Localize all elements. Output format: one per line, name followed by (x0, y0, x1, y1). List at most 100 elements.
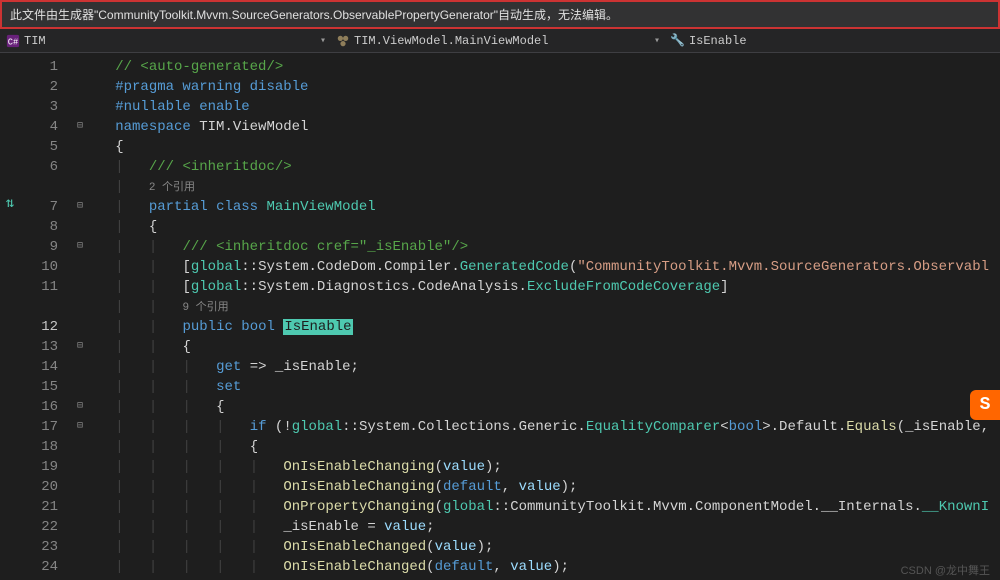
line-number[interactable]: 24 (20, 557, 58, 577)
code-line[interactable]: | | | | | OnPropertyChanging(global::Com… (90, 497, 1000, 517)
class-icon (336, 34, 350, 48)
code-area[interactable]: // <auto-generated/> #pragma warning dis… (90, 53, 1000, 573)
chevron-down-icon[interactable]: ▾ (654, 35, 660, 47)
line-number[interactable]: 20 (20, 477, 58, 497)
code-line[interactable]: | | 9 个引用 (90, 297, 1000, 317)
code-line[interactable]: | | [global::System.Diagnostics.CodeAnal… (90, 277, 1000, 297)
line-number[interactable]: 9 (20, 237, 58, 257)
fold-toggle[interactable]: ⊟ (70, 237, 90, 257)
code-line[interactable]: #nullable enable (90, 97, 1000, 117)
line-number[interactable]: 23 (20, 537, 58, 557)
line-number[interactable]: 19 (20, 457, 58, 477)
line-number[interactable]: 10 (20, 257, 58, 277)
fold-toggle (70, 357, 90, 377)
fold-toggle (70, 137, 90, 157)
fold-toggle (70, 557, 90, 577)
wrench-icon: 🔧 (670, 33, 685, 48)
svg-text:C#: C# (8, 37, 19, 47)
code-line[interactable]: | | | | | OnIsEnableChanged(default, val… (90, 557, 1000, 573)
fold-toggle (70, 437, 90, 457)
line-number[interactable]: 22 (20, 517, 58, 537)
code-line[interactable]: | | | | | _isEnable = value; (90, 517, 1000, 537)
fold-toggle (70, 277, 90, 297)
line-number[interactable]: 3 (20, 97, 58, 117)
fold-toggle (70, 177, 90, 197)
fold-toggle (70, 257, 90, 277)
fold-toggle (70, 317, 90, 337)
code-line[interactable]: | /// <inheritdoc/> (90, 157, 1000, 177)
breadcrumb-member[interactable]: 🔧 IsEnable (670, 33, 747, 48)
code-line[interactable]: | | public bool IsEnable (90, 317, 1000, 337)
chevron-down-icon[interactable]: ▾ (320, 35, 326, 47)
line-number[interactable]: 14 (20, 357, 58, 377)
fold-toggle[interactable]: ⊟ (70, 337, 90, 357)
code-line[interactable]: | | | | | OnIsEnableChanged(value); (90, 537, 1000, 557)
code-line[interactable]: | | | get => _isEnable; (90, 357, 1000, 377)
code-line[interactable]: | | | | | OnIsEnableChanging(value); (90, 457, 1000, 477)
overlay-widget: S (970, 390, 1000, 420)
fold-toggle[interactable]: ⊟ (70, 197, 90, 217)
line-number[interactable]: 21 (20, 497, 58, 517)
glyph-margin: ⇅ (0, 53, 20, 573)
fold-toggle (70, 157, 90, 177)
fold-column[interactable]: ⊟⊟⊟⊟⊟⊟ (70, 53, 90, 573)
fold-toggle (70, 97, 90, 117)
line-number[interactable]: 5 (20, 137, 58, 157)
code-line[interactable]: | partial class MainViewModel (90, 197, 1000, 217)
line-number[interactable]: 13 (20, 337, 58, 357)
code-line[interactable]: | 2 个引用 (90, 177, 1000, 197)
fold-toggle[interactable]: ⊟ (70, 397, 90, 417)
fold-toggle (70, 497, 90, 517)
fold-toggle (70, 57, 90, 77)
line-number[interactable] (20, 297, 58, 317)
fold-toggle (70, 457, 90, 477)
line-number[interactable]: 16 (20, 397, 58, 417)
fold-toggle (70, 517, 90, 537)
breadcrumb-project-label: TIM (24, 34, 46, 48)
watermark: CSDN @龙中舞王 (901, 562, 990, 578)
code-line[interactable]: { (90, 137, 1000, 157)
code-line[interactable]: | | | | if (!global::System.Collections.… (90, 417, 1000, 437)
references-glyph-icon[interactable]: ⇅ (0, 193, 20, 214)
line-number[interactable]: 4 (20, 117, 58, 137)
fold-toggle (70, 537, 90, 557)
breadcrumb-member-label: IsEnable (689, 34, 747, 48)
line-number[interactable]: 8 (20, 217, 58, 237)
code-line[interactable]: | | { (90, 337, 1000, 357)
code-editor: ⇅ 12345678910111213141516171819202122232… (0, 53, 1000, 573)
info-message: 此文件由生成器"CommunityToolkit.Mvvm.SourceGene… (10, 8, 618, 22)
csharp-project-icon: C# (6, 34, 20, 48)
code-line[interactable]: // <auto-generated/> (90, 57, 1000, 77)
code-line[interactable]: | | | | | OnIsEnableChanging(default, va… (90, 477, 1000, 497)
line-number[interactable]: 6 (20, 157, 58, 177)
line-number-gutter[interactable]: 123456789101112131415161718192021222324 (20, 53, 70, 573)
code-line[interactable]: | | [global::System.CodeDom.Compiler.Gen… (90, 257, 1000, 277)
fold-toggle (70, 477, 90, 497)
code-line[interactable]: | | /// <inheritdoc cref="_isEnable"/> (90, 237, 1000, 257)
line-number[interactable] (20, 177, 58, 197)
line-number[interactable]: 7 (20, 197, 58, 217)
fold-toggle (70, 297, 90, 317)
fold-toggle (70, 77, 90, 97)
line-number[interactable]: 12 (20, 317, 58, 337)
fold-toggle (70, 217, 90, 237)
line-number[interactable]: 15 (20, 377, 58, 397)
line-number[interactable]: 1 (20, 57, 58, 77)
line-number[interactable]: 2 (20, 77, 58, 97)
code-line[interactable]: | | | { (90, 397, 1000, 417)
breadcrumb-class-label: TIM.ViewModel.MainViewModel (354, 34, 548, 48)
line-number[interactable]: 11 (20, 277, 58, 297)
code-line[interactable]: namespace TIM.ViewModel (90, 117, 1000, 137)
breadcrumb-class[interactable]: TIM.ViewModel.MainViewModel (336, 34, 548, 48)
fold-toggle (70, 377, 90, 397)
breadcrumb-bar: C# TIM ▾ TIM.ViewModel.MainViewModel ▾ 🔧… (0, 29, 1000, 53)
line-number[interactable]: 18 (20, 437, 58, 457)
fold-toggle[interactable]: ⊟ (70, 117, 90, 137)
fold-toggle[interactable]: ⊟ (70, 417, 90, 437)
line-number[interactable]: 17 (20, 417, 58, 437)
code-line[interactable]: #pragma warning disable (90, 77, 1000, 97)
code-line[interactable]: | { (90, 217, 1000, 237)
code-line[interactable]: | | | set (90, 377, 1000, 397)
breadcrumb-project[interactable]: C# TIM (6, 34, 46, 48)
code-line[interactable]: | | | | { (90, 437, 1000, 457)
